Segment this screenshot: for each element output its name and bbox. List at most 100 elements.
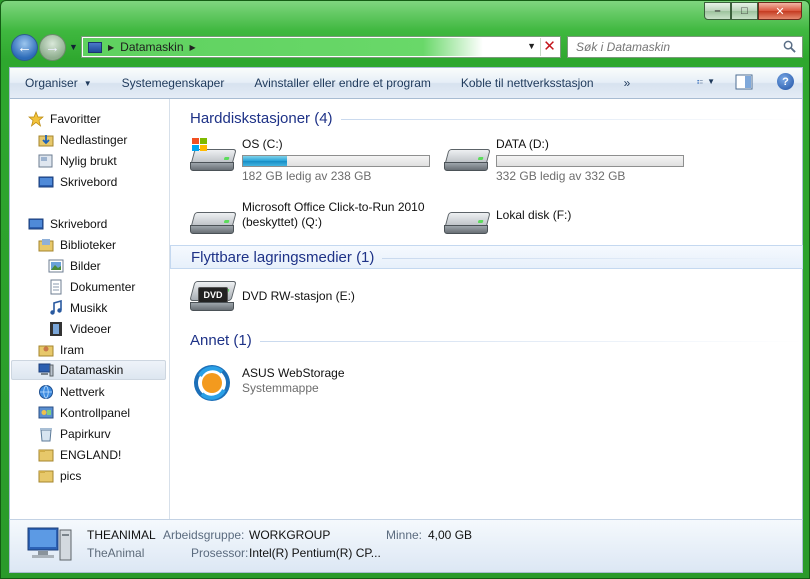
sidebar-item-user[interactable]: Iram xyxy=(38,340,84,360)
sidebar-label: Nedlastinger xyxy=(60,133,128,147)
breadcrumb-datamaskin[interactable]: Datamaskin xyxy=(120,40,183,54)
pictures-icon xyxy=(48,259,64,273)
search-box[interactable] xyxy=(567,36,803,58)
stop-icon[interactable]: ✕ xyxy=(540,38,558,56)
asus-webstorage-icon xyxy=(188,362,236,402)
drive-c[interactable]: OS (C:) 182 GB ledig av 238 GB xyxy=(188,137,430,184)
preview-pane-icon[interactable] xyxy=(735,74,753,90)
sidebar-item-network[interactable]: Nettverk xyxy=(38,382,105,402)
memory-value: 4,00 GB xyxy=(428,528,473,542)
sidebar-item-music[interactable]: Musikk xyxy=(48,298,107,318)
sidebar-item-pictures[interactable]: Bilder xyxy=(48,256,101,276)
sidebar-label: Biblioteker xyxy=(60,238,117,252)
drive-q[interactable]: Microsoft Office Click-to-Run 2010 (besk… xyxy=(188,200,425,240)
address-dropdown-icon[interactable]: ▼ xyxy=(527,41,536,51)
caption-buttons: – □ ✕ xyxy=(704,2,802,20)
search-input[interactable] xyxy=(568,37,768,57)
sidebar-item-recent[interactable]: Nylig brukt xyxy=(38,151,117,171)
map-network-drive-button[interactable]: Koble til nettverksstasjon xyxy=(446,68,609,98)
close-button[interactable]: ✕ xyxy=(758,2,802,20)
item-type: Systemmappe xyxy=(242,381,319,395)
sidebar-label: Dokumenter xyxy=(70,280,136,294)
group-header-hdd[interactable]: Harddiskstasjoner (4) xyxy=(170,106,803,130)
workgroup-value: WORKGROUP xyxy=(249,528,331,542)
computer-icon xyxy=(88,41,102,53)
explorer-client: Favoritter Nedlastinger Nylig brukt Skri… xyxy=(9,99,803,519)
sidebar-label: Skrivebord xyxy=(50,217,108,231)
organize-label: Organiser xyxy=(25,76,78,90)
sidebar-item-computer[interactable]: Datamaskin xyxy=(11,360,166,380)
sidebar-label: Skrivebord xyxy=(60,175,118,189)
breadcrumb-arrow-icon[interactable]: ▶ xyxy=(190,43,196,52)
help-icon[interactable]: ? xyxy=(777,73,794,90)
back-button[interactable]: ← xyxy=(11,34,38,61)
drive-usage-fill xyxy=(243,156,287,166)
sidebar-item-pics[interactable]: pics xyxy=(38,466,81,486)
drive-f[interactable]: Lokal disk (F:) xyxy=(442,200,571,240)
drive-free-space: 332 GB ledig av 332 GB xyxy=(496,169,626,183)
documents-icon xyxy=(50,279,62,295)
sidebar-item-control-panel[interactable]: Kontrollpanel xyxy=(38,403,130,423)
command-bar: Organiser ▼ Systemegenskaper Avinstaller … xyxy=(9,67,803,99)
music-note-icon xyxy=(50,300,62,315)
memory-label: Minne: xyxy=(386,528,423,542)
sidebar-item-downloads[interactable]: Nedlastinger xyxy=(38,130,127,150)
breadcrumb-arrow-icon[interactable]: ▶ xyxy=(108,43,114,52)
recycle-bin-icon xyxy=(40,428,52,442)
drive-free-space: 182 GB ledig av 238 GB xyxy=(242,169,372,183)
drive-e-dvd[interactable]: DVD DVD RW-stasjon (E:) xyxy=(188,277,355,317)
drive-name-line2: (beskyttet) (Q:) xyxy=(242,215,323,229)
group-header-removable[interactable]: Flyttbare lagringsmedier (1) xyxy=(170,245,803,269)
drive-usage-bar xyxy=(242,155,430,167)
computer-name: THEANIMAL xyxy=(87,528,156,542)
video-film-icon xyxy=(50,322,62,336)
group-title: Flyttbare lagringsmedier (1) xyxy=(191,248,375,266)
network-globe-icon xyxy=(39,385,53,399)
chevron-down-icon[interactable]: ▼ xyxy=(707,77,715,86)
star-icon xyxy=(28,111,44,127)
computer-icon xyxy=(38,363,54,377)
address-bar[interactable]: ▶ Datamaskin ▶ ▼ ✕ xyxy=(81,36,561,58)
hard-drive-icon xyxy=(188,200,237,240)
recent-places-icon xyxy=(38,154,53,168)
minimize-button[interactable]: – xyxy=(704,2,731,20)
history-dropdown-icon[interactable]: ▼ xyxy=(69,42,79,52)
content-pane: Harddiskstasjoner (4) OS (C:) 182 GB led… xyxy=(170,99,803,519)
system-properties-button[interactable]: Systemegenskaper xyxy=(107,68,240,98)
sidebar-label: Videoer xyxy=(70,322,112,336)
hard-drive-icon xyxy=(442,137,491,177)
uninstall-program-button[interactable]: Avinstaller eller endre et program xyxy=(239,68,446,98)
sidebar-label: ENGLAND! xyxy=(60,448,122,462)
group-divider xyxy=(259,340,803,342)
sidebar-item-documents[interactable]: Dokumenter xyxy=(48,277,135,297)
sidebar-item-videos[interactable]: Videoer xyxy=(48,319,111,339)
control-panel-icon xyxy=(38,406,54,419)
sidebar-item-desktop[interactable]: Skrivebord xyxy=(28,214,107,234)
drive-name: Lokal disk (F:) xyxy=(496,208,572,222)
group-header-other[interactable]: Annet (1) xyxy=(170,328,803,352)
more-commands-button[interactable]: » xyxy=(609,68,646,98)
sidebar-label: Nettverk xyxy=(60,385,105,399)
change-view-button[interactable]: ▼ xyxy=(697,75,715,89)
sidebar-item-desktop-fav[interactable]: Skrivebord xyxy=(38,172,117,192)
processor-value: Intel(R) Pentium(R) CP... xyxy=(249,546,381,560)
dvd-drive-icon: DVD xyxy=(188,277,237,317)
group-title: Annet (1) xyxy=(190,331,252,349)
navigation-row: ← → ▼ ▶ Datamaskin ▶ ▼ ✕ xyxy=(9,33,803,61)
drive-d[interactable]: DATA (D:) 332 GB ledig av 332 GB xyxy=(442,137,684,184)
sidebar-label: Favoritter xyxy=(50,112,101,126)
computer-large-icon xyxy=(27,527,72,561)
organize-button[interactable]: Organiser ▼ xyxy=(10,68,107,98)
sidebar-item-favorites[interactable]: Favoritter xyxy=(28,109,101,129)
sidebar-item-recycle-bin[interactable]: Papirkurv xyxy=(38,424,111,444)
drive-usage-bar xyxy=(496,155,684,167)
maximize-button[interactable]: □ xyxy=(731,2,758,20)
libraries-folder-icon xyxy=(38,239,54,252)
asus-webstorage-item[interactable]: ASUS WebStorage Systemmappe xyxy=(188,362,345,402)
sidebar-item-england[interactable]: ENGLAND! xyxy=(38,445,121,465)
sidebar-item-libraries[interactable]: Biblioteker xyxy=(38,235,116,255)
sidebar-label: Nylig brukt xyxy=(60,154,117,168)
search-icon[interactable] xyxy=(783,40,796,53)
drive-name: DVD RW-stasjon (E:) xyxy=(242,289,355,303)
forward-button[interactable]: → xyxy=(39,34,66,61)
